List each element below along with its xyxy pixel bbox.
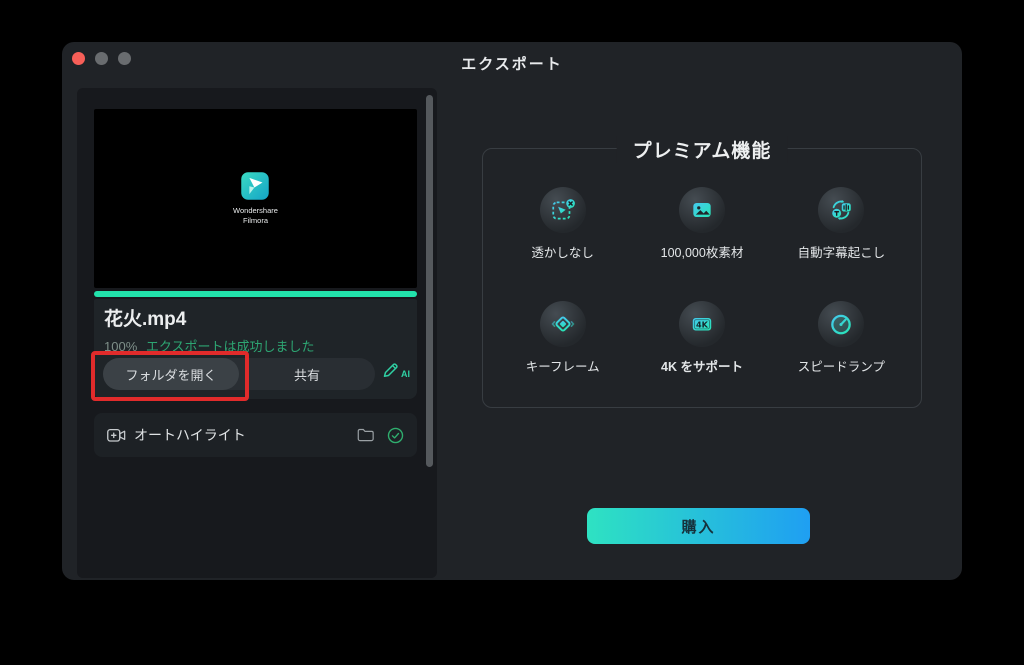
stock-media-icon: [678, 187, 725, 233]
buy-button[interactable]: 購入: [587, 508, 810, 544]
pencil-icon: [383, 363, 398, 377]
speed-ramp-icon: [818, 301, 865, 347]
feature-label: キーフレーム: [525, 360, 600, 374]
feature-label: 自動字幕起こし: [797, 246, 886, 260]
feature-no-watermark: 透かしなし: [493, 187, 632, 261]
ai-edit-button[interactable]: AI: [382, 361, 410, 379]
feature-4k-support: 4K 4K をサポート: [632, 301, 771, 375]
filmora-logo-icon: [241, 172, 270, 200]
feature-stock-media: 100,000枚素材: [632, 187, 771, 261]
premium-panel-title: プレミアム機能: [616, 136, 788, 163]
svg-text:4K: 4K: [696, 320, 709, 330]
auto-highlight-row[interactable]: オートハイライト: [94, 413, 417, 457]
feature-label: 透かしなし: [531, 246, 594, 260]
window-title: エクスポート: [461, 56, 563, 73]
feature-keyframe: キーフレーム: [493, 301, 632, 375]
4k-support-icon: 4K: [678, 301, 725, 347]
feature-grid: 透かしなし 100,000枚素材 自動字幕起こし キーフレーム 4K 4K をサ…: [483, 149, 921, 375]
success-check-icon: [387, 427, 404, 443]
feature-label: スピードランプ: [797, 360, 885, 374]
video-camera-plus-icon: [107, 428, 126, 442]
keyframe-icon: [539, 301, 586, 347]
feature-label: 100,000枚素材: [660, 246, 744, 260]
premium-features-panel: プレミアム機能 透かしなし 100,000枚素材 自動字幕起こし キーフレーム …: [482, 136, 922, 408]
feature-auto-caption: 自動字幕起こし: [772, 187, 911, 261]
share-button[interactable]: 共有: [239, 358, 375, 390]
auto-highlight-label: オートハイライト: [134, 427, 246, 443]
panel-scrollbar[interactable]: [426, 95, 433, 467]
feature-label: 4K をサポート: [661, 360, 743, 374]
annotation-rectangle: [91, 351, 249, 401]
ai-label: AI: [401, 369, 410, 379]
folder-icon[interactable]: [357, 428, 374, 442]
video-preview: Wondershare Filmora: [94, 109, 417, 288]
filmora-logo: Wondershare Filmora: [233, 171, 278, 226]
export-result-panel: Wondershare Filmora 花火.mp4 100% エクスポートは成…: [77, 88, 437, 578]
exported-filename: 花火.mp4: [104, 309, 187, 330]
auto-caption-icon: [818, 187, 865, 233]
export-dialog-window: エクスポート Wondershare Filmora 花火.mp4 100% エ…: [62, 42, 962, 580]
feature-speed-ramp: スピードランプ: [772, 301, 911, 375]
filmora-logo-text-line2: Filmora: [242, 216, 268, 225]
filmora-logo-text-line1: Wondershare: [233, 205, 278, 215]
watermark-off-icon: [539, 187, 586, 233]
export-progress-bar: [94, 291, 417, 297]
